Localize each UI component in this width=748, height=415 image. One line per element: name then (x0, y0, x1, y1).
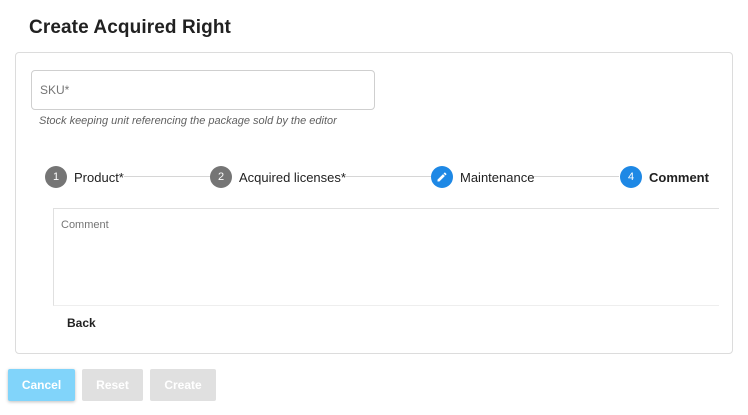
back-button[interactable]: Back (67, 316, 96, 330)
step-product[interactable]: 1 Product* (45, 165, 124, 189)
step-label: Maintenance (460, 169, 535, 185)
step-number: 1 (45, 166, 67, 188)
comment-label: Comment (61, 219, 109, 231)
step-label: Product* (74, 169, 124, 185)
step-label: Comment (649, 169, 709, 185)
form-card: SKU* Stock keeping unit referencing the … (15, 52, 733, 354)
step-acquired-licenses[interactable]: 2 Acquired licenses* (210, 165, 346, 189)
step-number: 4 (620, 166, 642, 188)
cancel-button[interactable]: Cancel (8, 369, 75, 401)
step-maintenance[interactable]: Maintenance (431, 165, 534, 189)
reset-button[interactable]: Reset (82, 369, 143, 401)
page-title: Create Acquired Right (29, 17, 231, 38)
sku-label: SKU* (40, 83, 70, 97)
create-button[interactable]: Create (150, 369, 216, 401)
stepper: 1 Product* 2 Acquired licenses* Maintena… (16, 165, 734, 189)
sku-hint: Stock keeping unit referencing the packa… (39, 115, 337, 127)
pencil-icon (431, 166, 453, 188)
step-label: Acquired licenses* (239, 169, 346, 185)
sku-input[interactable]: SKU* (31, 70, 375, 110)
step-connector (344, 176, 431, 177)
step-connector (533, 176, 619, 177)
step-number: 2 (210, 166, 232, 188)
step-comment[interactable]: 4 Comment (620, 165, 709, 189)
comment-textarea[interactable]: Comment (53, 208, 719, 306)
step-connector (124, 176, 210, 177)
